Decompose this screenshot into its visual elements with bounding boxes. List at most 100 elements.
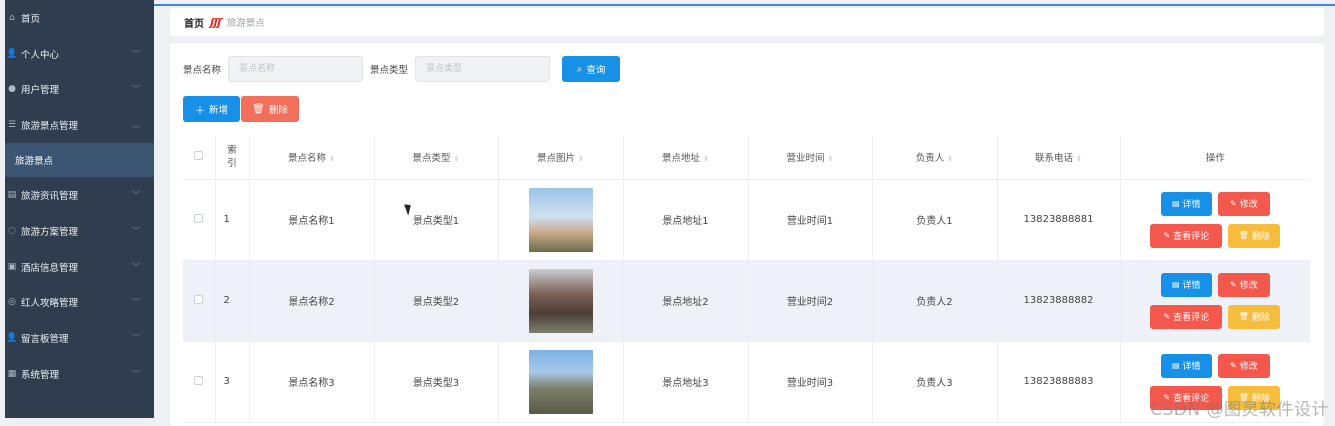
- sidebar-item-users[interactable]: ● 用户管理 ﹀: [5, 72, 154, 108]
- type-filter-input[interactable]: [415, 56, 551, 82]
- header-name[interactable]: 景点名称 ⇕: [249, 136, 375, 180]
- sort-icon[interactable]: ⇕: [454, 155, 460, 163]
- edit-button[interactable]: ✎ 修改: [1217, 272, 1270, 297]
- sort-icon[interactable]: ⇕: [828, 155, 834, 163]
- sidebar-item-home[interactable]: ⌂ 首页: [5, 0, 154, 36]
- table-header-row: 索 引 景点名称 ⇕ 景点类型 ⇕ 景点图片 ⇕ 景点地址 ⇕ 营业时间 ⇕ 负责人 ⇕ 联…: [183, 136, 1310, 180]
- query-button[interactable]: ⌕ 查询: [562, 56, 621, 82]
- watermark: CSDN @图灵软件设计: [1150, 400, 1329, 420]
- row-select-cell: [183, 260, 216, 342]
- row-checkbox[interactable]: [194, 294, 204, 304]
- detail-label: 详情: [1182, 362, 1201, 372]
- plan-icon: ◌: [8, 225, 16, 236]
- content-panel: 景点名称 景点类型 ⌕ 查询 ＋ 新增 🗑 删除 索 引 景点名称⇕ 景点类型⇕…: [170, 43, 1324, 426]
- row-image-cell: [498, 179, 624, 261]
- row-checkbox[interactable]: [194, 375, 204, 385]
- row-image-cell: [498, 260, 624, 342]
- edit-label: 修改: [1239, 281, 1258, 291]
- row-index: 2: [215, 260, 250, 342]
- add-button[interactable]: ＋ 新增: [183, 96, 240, 122]
- trash-icon: 🗑: [1238, 231, 1249, 240]
- sidebar-item-label: 旅游方案管理: [21, 226, 79, 238]
- row-checkbox[interactable]: [194, 213, 204, 223]
- search-icon: ⌕: [576, 63, 583, 75]
- row-phone: 13823888882: [997, 260, 1121, 342]
- view-reviews-button[interactable]: ✎ 查看评论: [1150, 304, 1223, 329]
- pencil-icon: ✎: [1163, 231, 1171, 240]
- sort-icon[interactable]: ⇕: [703, 155, 709, 163]
- sidebar-item-system[interactable]: ▦ 系统管理 ﹀: [5, 356, 154, 392]
- chevron-up-icon: ︿: [132, 120, 140, 130]
- pencil-icon: ✎: [1163, 312, 1171, 321]
- document-icon: ▤: [1171, 280, 1180, 289]
- detail-button[interactable]: ▤ 详情: [1160, 353, 1212, 378]
- users-icon: ●: [8, 84, 16, 95]
- breadcrumb: 首页 ʃʃʃ 旅游景点: [170, 8, 1324, 36]
- select-all-checkbox[interactable]: [194, 151, 204, 161]
- row-type: 景点类型1: [374, 179, 499, 261]
- row-select-cell: [183, 341, 216, 423]
- sidebar-item-attractions[interactable]: ☰ 旅游景点管理 ︿: [5, 107, 154, 143]
- header-name-label: 景点名称: [288, 153, 327, 165]
- sidebar-item-guides[interactable]: ◎ 红人攻略管理 ﹀: [5, 285, 154, 321]
- row-hours: 营业时间1: [748, 179, 873, 261]
- delete-button[interactable]: 🗑 删除: [1228, 304, 1281, 329]
- breadcrumb-current: 旅游景点: [226, 18, 265, 29]
- detail-button[interactable]: ▤ 详情: [1160, 191, 1212, 216]
- row-type: 景点类型3: [374, 341, 499, 423]
- chevron-down-icon: ﹀: [132, 262, 140, 272]
- message-icon: 👤: [6, 333, 18, 344]
- user-icon: 👤: [6, 48, 18, 59]
- name-filter-input[interactable]: [228, 56, 364, 82]
- detail-label: 详情: [1182, 281, 1201, 291]
- table-row: 3 景点名称3 景点类型3 景点地址3 营业时间3 负责人3 138238888…: [183, 341, 1310, 423]
- row-ops: ▤ 详情 ✎ 修改 ✎ 查看评论 🗑 删除: [1120, 260, 1310, 342]
- header-hours[interactable]: 营业时间 ⇕: [748, 136, 873, 180]
- sidebar-item-hotels[interactable]: ▣ 酒店信息管理 ﹀: [5, 249, 154, 285]
- edit-button[interactable]: ✎ 修改: [1217, 353, 1270, 378]
- select-all-cell: [183, 136, 216, 180]
- sidebar-subitem-attractions[interactable]: 旅游景点: [5, 143, 154, 178]
- row-phone: 13823888881: [997, 179, 1121, 261]
- row-select-cell: [183, 179, 216, 261]
- sidebar-item-news[interactable]: ▤ 旅游资讯管理 ﹀: [5, 177, 154, 213]
- row-name: 景点名称2: [249, 260, 375, 342]
- sort-icon[interactable]: ⇕: [947, 155, 953, 163]
- attraction-image[interactable]: [528, 187, 593, 252]
- header-type[interactable]: 景点类型 ⇕: [374, 136, 499, 180]
- batch-delete-button[interactable]: 🗑 删除: [241, 96, 299, 122]
- sidebar-item-label: 个人中心: [21, 49, 60, 61]
- sort-icon[interactable]: ⇕: [329, 155, 335, 163]
- view-reviews-button[interactable]: ✎ 查看评论: [1150, 223, 1223, 248]
- sort-icon[interactable]: ⇕: [1076, 155, 1082, 163]
- sidebar-item-plans[interactable]: ◌ 旅游方案管理 ﹀: [5, 213, 154, 249]
- pencil-icon: ✎: [1229, 199, 1237, 208]
- attraction-image[interactable]: [528, 268, 593, 333]
- add-button-label: 新增: [208, 105, 228, 116]
- chevron-down-icon: ﹀: [132, 49, 140, 59]
- chevron-down-icon: ﹀: [132, 297, 140, 307]
- sort-icon[interactable]: ⇕: [578, 155, 584, 163]
- list-icon: ☰: [7, 120, 17, 131]
- header-type-label: 景点类型: [412, 153, 451, 165]
- edit-button[interactable]: ✎ 修改: [1217, 191, 1270, 216]
- row-manager: 负责人3: [872, 341, 998, 423]
- delete-button[interactable]: 🗑 删除: [1228, 223, 1281, 248]
- breadcrumb-home[interactable]: 首页: [184, 15, 204, 30]
- detail-button[interactable]: ▤ 详情: [1160, 272, 1212, 297]
- type-filter-label: 景点类型: [370, 65, 409, 76]
- header-manager[interactable]: 负责人 ⇕: [872, 136, 998, 180]
- header-image-label: 景点图片: [537, 153, 576, 165]
- sidebar-item-profile[interactable]: 👤 个人中心 ﹀: [5, 36, 154, 72]
- attraction-image[interactable]: [528, 349, 593, 414]
- header-address-label: 景点地址: [662, 153, 701, 165]
- header-phone[interactable]: 联系电话 ⇕: [997, 136, 1121, 180]
- review-label: 查看评论: [1173, 232, 1210, 242]
- hotel-icon: ▣: [7, 261, 17, 272]
- header-address[interactable]: 景点地址 ⇕: [623, 136, 749, 180]
- row-index: 1: [215, 179, 250, 261]
- sidebar-item-messages[interactable]: 👤 留言板管理 ﹀: [5, 320, 154, 356]
- search-bar: 景点名称 景点类型 ⌕ 查询: [183, 56, 621, 82]
- name-filter-label: 景点名称: [183, 65, 222, 76]
- header-image[interactable]: 景点图片 ⇕: [498, 136, 624, 180]
